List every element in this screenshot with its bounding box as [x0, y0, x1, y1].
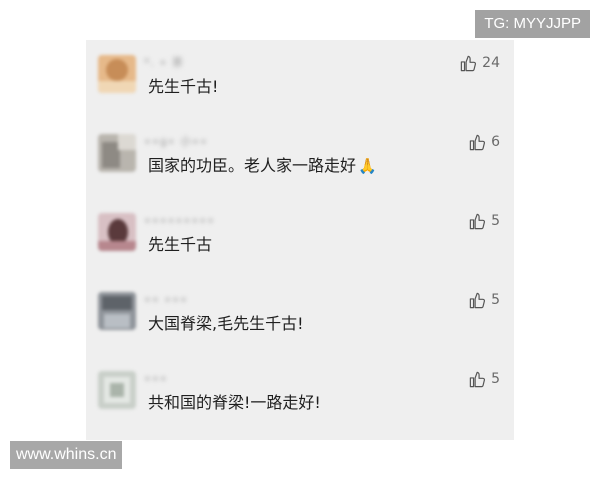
comment-text-content: 先生千古 — [148, 235, 213, 254]
like-button[interactable]: 24 — [459, 54, 500, 73]
like-count: 5 — [491, 371, 500, 387]
avatar[interactable] — [98, 55, 136, 93]
site-watermark: www.whins.cn — [10, 441, 123, 469]
like-count: 5 — [491, 292, 500, 308]
pray-emoji: 🙏 — [358, 157, 377, 175]
like-count: 5 — [491, 213, 500, 229]
comment-text-content: 先生千古! — [148, 77, 219, 96]
telegram-watermark: TG: MYYJJPP — [475, 10, 590, 38]
comment-item: ∙∙∙ 共和国的脊梁!一路走好! 5 — [86, 356, 514, 434]
username[interactable]: ∙∙ ∙∙∙ — [144, 294, 188, 306]
like-button[interactable]: 5 — [468, 370, 500, 389]
comment-text: 先生千古 — [148, 235, 212, 255]
like-button[interactable]: 5 — [468, 291, 500, 310]
comment-text-content: 共和国的脊梁!一路走好! — [148, 393, 321, 412]
username[interactable]: ∙∙g∙ 小∙∙ — [144, 136, 208, 148]
comment-text: 共和国的脊梁!一路走好! — [148, 393, 321, 413]
comment-text: 大国脊梁,毛先生千古! — [148, 314, 304, 334]
avatar[interactable] — [98, 134, 136, 172]
like-count: 24 — [482, 55, 500, 71]
like-button[interactable]: 5 — [468, 212, 500, 231]
comment-text-content: 大国脊梁,毛先生千古! — [148, 314, 304, 333]
comment-list: *. ∙ 茶 先生千古! 24 ∙∙g∙ 小∙∙ 国家的功臣。老人家一路走好 🙏 … — [86, 40, 514, 440]
comment-item: ∙∙∙∙∙∙∙∙∙ 先生千古 5 — [86, 198, 514, 276]
avatar[interactable] — [98, 371, 136, 409]
comment-text-content: 国家的功臣。老人家一路走好 — [148, 156, 357, 175]
comment-text: 先生千古! — [148, 77, 218, 97]
thumbs-up-icon — [469, 213, 486, 230]
comment-item: ∙∙ ∙∙∙ 大国脊梁,毛先生千古! 5 — [86, 277, 514, 355]
like-button[interactable]: 6 — [468, 133, 500, 152]
avatar[interactable] — [98, 213, 136, 251]
username[interactable]: *. ∙ 茶 — [144, 57, 184, 69]
username[interactable]: ∙∙∙ — [144, 373, 168, 385]
comment-item: *. ∙ 茶 先生千古! 24 — [86, 40, 514, 118]
comment-text: 国家的功臣。老人家一路走好 🙏 — [148, 156, 377, 176]
thumbs-up-icon — [469, 134, 486, 151]
thumbs-up-icon — [469, 292, 486, 309]
comment-item: ∙∙g∙ 小∙∙ 国家的功臣。老人家一路走好 🙏 6 — [86, 119, 514, 197]
username[interactable]: ∙∙∙∙∙∙∙∙∙ — [144, 215, 215, 227]
like-count: 6 — [491, 134, 500, 150]
thumbs-up-icon — [469, 371, 486, 388]
thumbs-up-icon — [460, 55, 477, 72]
avatar[interactable] — [98, 292, 136, 330]
